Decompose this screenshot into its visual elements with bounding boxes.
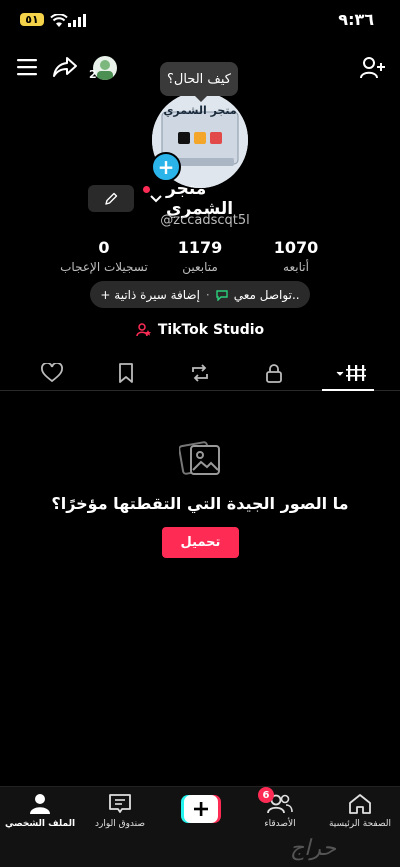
avatar-caption: متجر الشمري	[163, 104, 237, 117]
followers-count: 1179	[177, 238, 223, 257]
home-icon	[349, 794, 371, 814]
likes-label: تسجيلات الإعجاب	[60, 260, 148, 274]
tiktok-studio-link[interactable]: TikTok Studio	[0, 322, 400, 338]
following-count: 1070	[273, 238, 319, 257]
bookmark-icon	[119, 363, 133, 383]
separator-dot: ·	[205, 287, 210, 302]
watermark-logo: حراج	[290, 836, 337, 861]
battery-indicator: ٥١	[20, 13, 44, 26]
nav-friends-label: الأصدقاء	[264, 819, 296, 829]
nav-friends[interactable]: الأصدقاء	[240, 793, 320, 829]
tab-saved[interactable]	[114, 362, 138, 384]
grid-icon	[336, 365, 366, 381]
following-stat[interactable]: 1070 أتابعه	[246, 238, 346, 274]
bottom-nav: الصفحة الرئيسية الأصدقاء 6 صندوق الوارد …	[0, 786, 400, 867]
nav-inbox-label: صندوق الوارد	[94, 819, 146, 829]
tab-videos[interactable]	[336, 362, 370, 384]
wifi-icon	[50, 14, 68, 28]
inbox-icon	[109, 794, 131, 813]
edit-profile-button[interactable]	[88, 185, 134, 212]
bubble-tail	[195, 96, 207, 102]
tab-private[interactable]	[262, 362, 286, 384]
repost-icon	[192, 364, 208, 382]
photos-icon	[179, 438, 221, 478]
add-user-icon[interactable]	[360, 56, 386, 80]
active-tab-indicator	[322, 389, 374, 391]
nav-home-label: الصفحة الرئيسية	[328, 819, 392, 829]
followers-stat[interactable]: 1179 متابعين	[150, 238, 250, 274]
signal-icon	[68, 14, 86, 27]
followers-label: متابعين	[182, 260, 218, 274]
studio-label: TikTok Studio	[157, 322, 265, 338]
nav-profile[interactable]: الملف الشخصي	[0, 793, 80, 829]
likes-count: 0	[98, 238, 110, 257]
notification-dot	[143, 186, 150, 193]
studio-icon	[136, 323, 152, 337]
content-tabs	[0, 356, 400, 391]
profile-icon	[30, 794, 50, 814]
empty-state-title: ما الصور الجيدة التي التقطتها مؤخرًا؟	[51, 494, 349, 513]
chat-icon	[216, 289, 228, 301]
following-label: أتابعه	[283, 260, 309, 274]
username: @zccadscqt5l	[160, 213, 250, 228]
menu-icon[interactable]	[17, 58, 39, 76]
status-time: ٩:٣٦	[338, 10, 374, 29]
nav-home[interactable]: الصفحة الرئيسية	[320, 793, 400, 829]
friends-badge: 6	[258, 787, 274, 803]
contact-link[interactable]: تواصل معي..	[234, 288, 300, 302]
bio-row: + إضافة سيرة ذاتية · تواصل معي..	[90, 281, 310, 308]
heart-icon	[41, 363, 63, 383]
nav-profile-label: الملف الشخصي	[4, 819, 76, 829]
friends-count: 2	[89, 68, 97, 81]
tab-liked[interactable]	[40, 362, 64, 384]
add-photo-button[interactable]: +	[151, 152, 181, 182]
display-name-row[interactable]: متجر الشمري	[150, 179, 272, 219]
tab-reposts[interactable]	[188, 362, 212, 384]
likes-stat[interactable]: 0 تسجيلات الإعجاب	[54, 238, 154, 274]
share-icon[interactable]	[52, 56, 78, 78]
lock-icon	[266, 364, 282, 383]
plus-icon	[181, 795, 221, 823]
upload-button[interactable]: تحميل	[162, 527, 239, 558]
chevron-down-icon	[150, 195, 162, 203]
create-button[interactable]	[181, 795, 221, 823]
status-bubble[interactable]: كيف الحال؟	[160, 62, 238, 96]
add-bio-button[interactable]: + إضافة سيرة ذاتية	[100, 288, 200, 302]
nav-inbox[interactable]: صندوق الوارد	[80, 793, 160, 829]
